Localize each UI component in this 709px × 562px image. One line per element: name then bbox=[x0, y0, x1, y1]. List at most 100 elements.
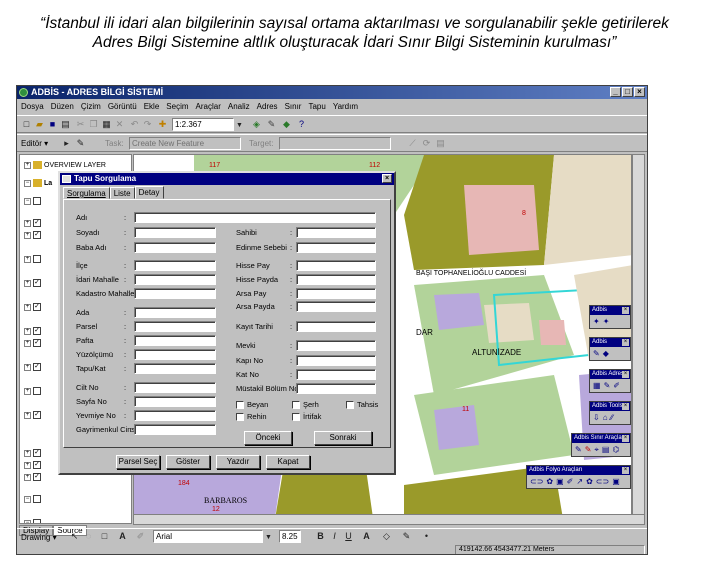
font-combo[interactable]: Arial bbox=[153, 530, 263, 543]
map-vertical-scrollbar[interactable] bbox=[632, 154, 645, 524]
close-icon[interactable]: × bbox=[622, 339, 629, 346]
arsa-pay-field[interactable] bbox=[296, 288, 376, 299]
fill-color-icon[interactable]: ◇ bbox=[381, 531, 392, 542]
menu-yardim[interactable]: Yardım bbox=[333, 100, 358, 114]
tool-icon[interactable]: ⇩ bbox=[593, 413, 600, 422]
yevmiye-no-field[interactable] bbox=[134, 410, 216, 421]
drawing-menu[interactable]: Drawing ▾ bbox=[21, 531, 57, 544]
expand-icon[interactable]: + bbox=[24, 279, 31, 287]
collapse-icon[interactable]: − bbox=[24, 197, 31, 205]
hisse-payda-field[interactable] bbox=[296, 274, 376, 285]
mustakil-bolum-no-field[interactable] bbox=[296, 383, 376, 394]
expand-icon[interactable]: + bbox=[24, 387, 31, 395]
menu-duzen[interactable]: Düzen bbox=[51, 100, 74, 114]
tool-icon[interactable]: ⌬ bbox=[612, 445, 619, 454]
tool-icon[interactable]: ∕∕ bbox=[611, 413, 614, 422]
layer-checkbox[interactable]: ✓ bbox=[33, 339, 41, 347]
soyadi-field[interactable] bbox=[134, 227, 216, 238]
tab-liste[interactable]: Liste bbox=[109, 187, 135, 199]
menu-cizim[interactable]: Çizim bbox=[81, 100, 101, 114]
delete-icon[interactable]: ✕ bbox=[114, 119, 125, 130]
baba-adi-field[interactable] bbox=[134, 242, 216, 253]
menu-analiz[interactable]: Analiz bbox=[228, 100, 250, 114]
layer-checkbox[interactable]: ✓ bbox=[33, 473, 41, 481]
target-combo[interactable] bbox=[279, 137, 391, 150]
layer-checkbox[interactable] bbox=[33, 495, 41, 503]
yuzolcumu-field[interactable] bbox=[134, 349, 216, 360]
goster-button[interactable]: Göster bbox=[166, 455, 210, 469]
rotate-tool-icon[interactable]: ⟳ bbox=[421, 138, 432, 149]
serh-checkbox[interactable]: Şerh bbox=[292, 400, 319, 409]
menu-goruntu[interactable]: Görüntü bbox=[108, 100, 137, 114]
parsel-sec-button[interactable]: Parsel Seç bbox=[116, 455, 160, 469]
dialog-close-button[interactable]: × bbox=[382, 174, 392, 183]
close-icon[interactable]: × bbox=[622, 403, 629, 410]
layer-checkbox[interactable] bbox=[33, 519, 41, 523]
sayfa-no-field[interactable] bbox=[134, 396, 216, 407]
select-elements-icon[interactable]: ↖ bbox=[69, 531, 80, 542]
layer-checkbox[interactable]: ✓ bbox=[33, 219, 41, 227]
tool-icon[interactable]: ▣ bbox=[612, 477, 620, 486]
checkbox-box[interactable] bbox=[292, 400, 300, 409]
tool-icon[interactable]: ✦ bbox=[603, 317, 610, 326]
kapi-no-field[interactable] bbox=[296, 355, 376, 366]
cilt-no-field[interactable] bbox=[134, 382, 216, 393]
gayrimenkul-cinsi-field[interactable] bbox=[134, 424, 216, 435]
text-icon[interactable]: A bbox=[117, 531, 128, 542]
kayit-tarihi-field[interactable] bbox=[296, 321, 376, 332]
copy-icon[interactable]: ❐ bbox=[88, 119, 99, 130]
minimize-button[interactable]: _ bbox=[610, 87, 621, 97]
irtifak-checkbox[interactable]: İrtifak bbox=[292, 412, 321, 421]
line-color-icon[interactable]: ✎ bbox=[401, 531, 412, 542]
kadastro-mahalle-field[interactable] bbox=[134, 288, 216, 299]
tool-icon[interactable]: ✎ bbox=[575, 445, 582, 454]
tool-icon[interactable]: ✎ bbox=[593, 349, 600, 358]
font-size-combo[interactable]: 8.25 bbox=[279, 530, 301, 543]
tool-icon[interactable]: ▦ bbox=[593, 381, 601, 390]
pafta-field[interactable] bbox=[134, 335, 216, 346]
expand-icon[interactable]: + bbox=[24, 363, 31, 371]
tool-icon[interactable]: ⊂⊃ bbox=[530, 477, 543, 486]
menu-sinir[interactable]: Sınır bbox=[285, 100, 302, 114]
collapse-icon[interactable]: − bbox=[24, 495, 31, 503]
layer-checkbox[interactable]: ✓ bbox=[33, 411, 41, 419]
tool-icon[interactable]: ✦ bbox=[593, 317, 600, 326]
tool-icon[interactable]: ↗ bbox=[576, 477, 583, 486]
whats-this-icon[interactable]: ? bbox=[296, 119, 307, 130]
checkbox-box[interactable] bbox=[236, 412, 244, 421]
menu-tapu[interactable]: Tapu bbox=[308, 100, 325, 114]
expand-icon[interactable]: + bbox=[24, 473, 31, 481]
list-item[interactable]: + OVERVIEW LAYER bbox=[24, 159, 106, 171]
tool-icon[interactable]: ✿ bbox=[546, 477, 553, 486]
toc-icon[interactable]: ◆ bbox=[281, 119, 292, 130]
tool-icon[interactable]: ⌖ bbox=[594, 445, 599, 454]
collapse-icon[interactable]: − bbox=[24, 519, 31, 523]
yazdir-button[interactable]: Yazdır bbox=[216, 455, 260, 469]
close-icon[interactable]: × bbox=[622, 467, 629, 474]
add-data-icon[interactable]: ✚ bbox=[157, 119, 168, 130]
underline-icon[interactable]: U bbox=[343, 531, 354, 542]
layer-checkbox[interactable] bbox=[33, 197, 41, 205]
close-icon[interactable]: × bbox=[622, 435, 629, 442]
tab-sorgulama[interactable]: Sorgulama bbox=[63, 187, 110, 199]
undo-icon[interactable]: ↶ bbox=[129, 119, 140, 130]
ada-field[interactable] bbox=[134, 307, 216, 318]
tool-icon[interactable]: ✎ bbox=[604, 381, 611, 390]
onceki-button[interactable]: Önceki bbox=[244, 431, 292, 445]
close-icon[interactable]: × bbox=[622, 371, 629, 378]
tool-icon[interactable]: ⊂⊃ bbox=[596, 477, 609, 486]
rectangle-icon[interactable]: □ bbox=[99, 531, 110, 542]
new-file-icon[interactable]: □ bbox=[21, 119, 32, 130]
bold-icon[interactable]: B bbox=[315, 531, 326, 542]
sonraki-button[interactable]: Sonraki bbox=[314, 431, 372, 445]
expand-icon[interactable]: + bbox=[24, 303, 31, 311]
expand-icon[interactable]: + bbox=[24, 461, 31, 469]
edinme-sebebi-field[interactable] bbox=[296, 242, 376, 253]
close-button[interactable]: × bbox=[634, 87, 645, 97]
pencil-icon[interactable]: ✎ bbox=[266, 119, 277, 130]
editor-toolbar-icon[interactable]: ◈ bbox=[251, 119, 262, 130]
arsa-payda-field[interactable] bbox=[296, 301, 376, 312]
hisse-pay-field[interactable] bbox=[296, 260, 376, 271]
scale-combo[interactable]: 1:2.367 bbox=[172, 118, 234, 131]
layer-checkbox[interactable]: ✓ bbox=[33, 327, 41, 335]
